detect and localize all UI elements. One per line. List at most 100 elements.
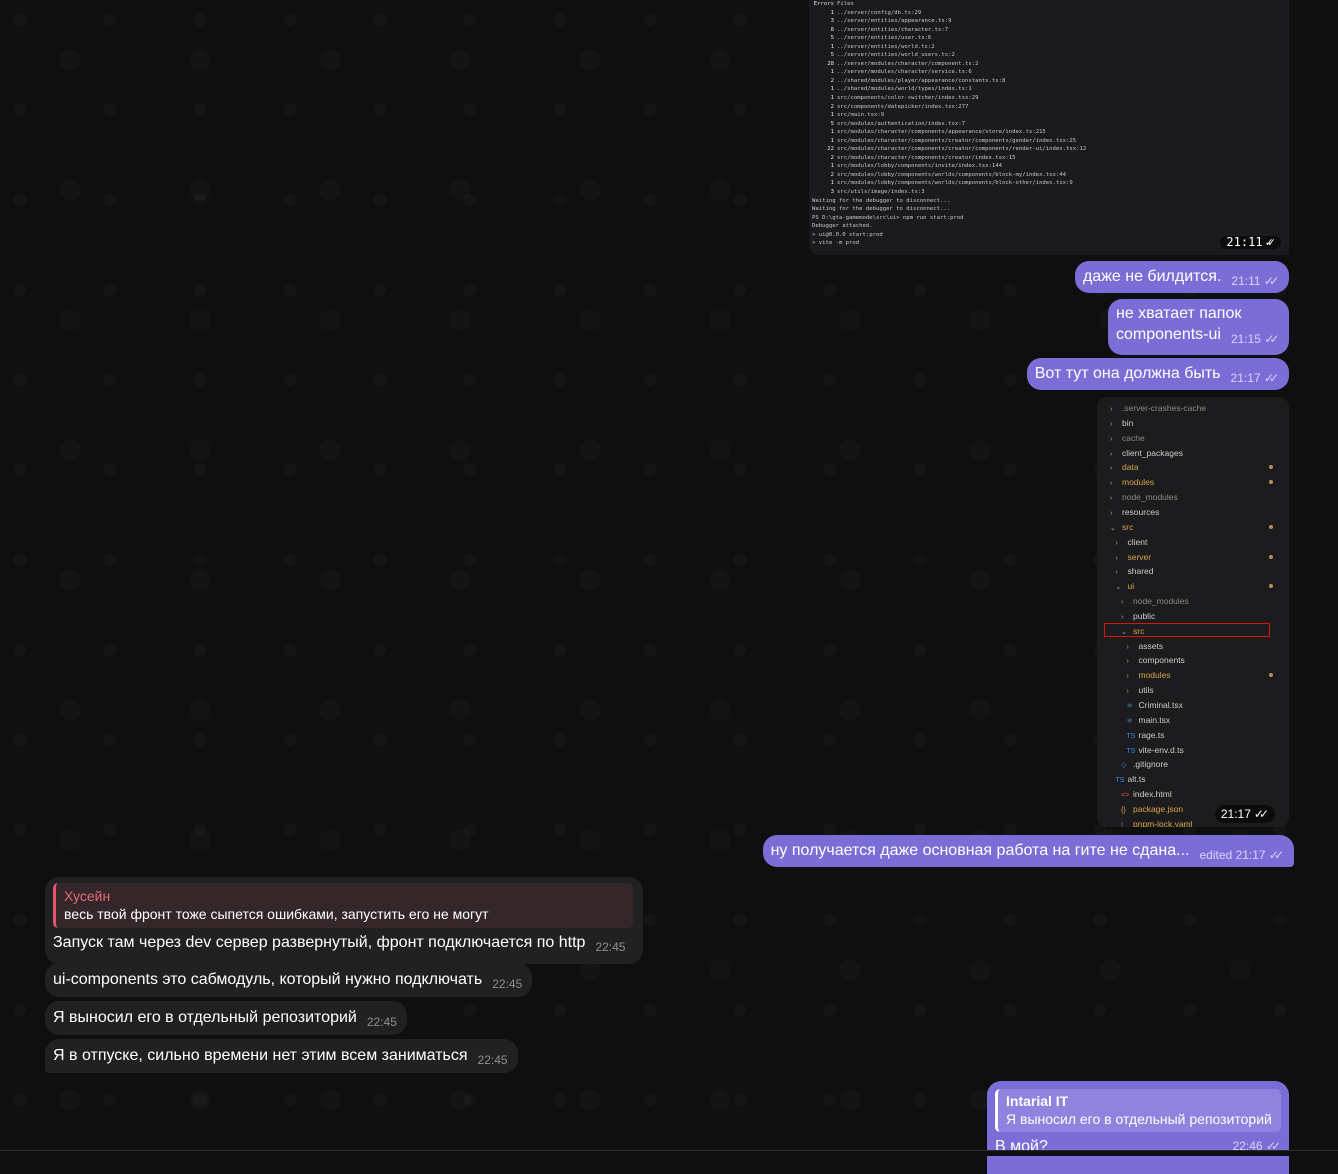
tree-item[interactable]: › client_packages xyxy=(1110,446,1183,460)
terminal-text: src/modules/character/components/appeara… xyxy=(837,129,1046,136)
double-check-icon: ✓✓ xyxy=(1263,371,1279,385)
error-count: 8 xyxy=(830,26,834,33)
tree-item[interactable]: TS rage.ts xyxy=(1127,728,1165,742)
message-meta: 22:45 xyxy=(492,974,522,995)
tree-item[interactable]: ⌄ src xyxy=(1110,520,1133,534)
tree-item[interactable]: ◇ .gitignore xyxy=(1121,757,1168,771)
tree-item[interactable]: TS alt.ts xyxy=(1116,772,1146,786)
tree-item-label: cache xyxy=(1122,432,1145,443)
terminal-line: > ui@0.0.0 start:prod xyxy=(809,231,1289,240)
tree-item[interactable]: TS vite-env.d.ts xyxy=(1127,743,1184,757)
terminal-screenshot-message[interactable]: Errors Files 1 ../server/config/db.ts:29 3..… xyxy=(809,0,1289,255)
tree-item[interactable]: › public xyxy=(1121,609,1155,623)
terminal-text: src/modules/character/components/creator… xyxy=(837,154,1016,161)
tree-item-label: shared xyxy=(1127,566,1154,577)
terminal-text: ../server/config/db.ts:29 xyxy=(837,9,922,16)
terminal-line: Waiting for the debugger to disconnect..… xyxy=(809,197,1289,206)
edited-label: edited xyxy=(1199,848,1233,862)
tree-item-label: node_modules xyxy=(1122,492,1178,503)
message-text: Я в отпуске, сильно времени нет этим все… xyxy=(53,1047,468,1064)
outgoing-message[interactable]: даже не билдится. 21:11 ✓✓ xyxy=(1074,261,1289,293)
terminal-text: PS D:\gta-gamemode\src\ui> npm run start… xyxy=(812,214,964,221)
terminal-text: Files xyxy=(837,1,854,7)
tree-item-label: components xyxy=(1138,655,1185,666)
file-tree-screenshot-message[interactable]: › .server-crashes-cache › bin › cache › client_… xyxy=(1097,397,1289,827)
terminal-text: src/main.tsx:9 xyxy=(837,112,885,119)
error-count: 3 xyxy=(830,18,834,25)
reply-quote[interactable]: Intarial IT Я выносил его в отдельный ре… xyxy=(995,1089,1281,1132)
terminal-text: src/modules/character/components/creator… xyxy=(837,137,1077,144)
tree-item[interactable]: ⚛ main.tsx xyxy=(1127,713,1171,727)
terminal-line: 2 src/modules/character/components/creato… xyxy=(809,154,1289,163)
terminal-line: Errors Files xyxy=(809,0,1289,9)
message-text: ну получается даже основная работа на ги… xyxy=(770,842,1190,859)
terminal-text: ../server/entities/appearance.ts:9 xyxy=(837,18,952,25)
tree-item[interactable]: › client xyxy=(1116,535,1148,549)
error-count: 2 xyxy=(830,154,834,161)
error-count: 28 xyxy=(827,60,834,67)
incoming-message[interactable]: Я в отпуске, сильно времени нет этим все… xyxy=(45,1039,518,1073)
tree-item[interactable]: › shared xyxy=(1116,564,1154,578)
tree-item[interactable]: › bin xyxy=(1110,416,1133,430)
tree-item[interactable]: › cache xyxy=(1110,431,1145,445)
tree-item[interactable]: ! pnpm-lock.yaml xyxy=(1121,817,1193,827)
incoming-message[interactable]: Хусейн весь твой фронт тоже сыпется ошиб… xyxy=(45,877,643,964)
tree-item[interactable]: › assets xyxy=(1127,639,1164,653)
error-count: 5 xyxy=(830,52,834,59)
tree-item[interactable]: › modules xyxy=(1127,668,1171,682)
tree-item[interactable]: › modules xyxy=(1110,475,1154,489)
tree-item[interactable]: › node_modules xyxy=(1121,594,1189,608)
tree-item[interactable]: › server xyxy=(1116,550,1152,564)
composer-edge xyxy=(0,1150,1338,1156)
tree-item[interactable]: {} package.json xyxy=(1121,802,1183,816)
error-count: 1 xyxy=(830,137,834,144)
tree-item[interactable]: › components xyxy=(1127,653,1185,667)
tree-item[interactable]: ⚛ Criminal.tsx xyxy=(1127,698,1183,712)
tree-item-label: vite-env.d.ts xyxy=(1138,744,1184,755)
terminal-line: 1 ../server/entities/world.ts:2 xyxy=(809,43,1289,52)
tree-item-label: .server-crashes-cache xyxy=(1122,403,1207,413)
terminal-text: > ui@0.0.0 start:prod xyxy=(812,231,883,238)
error-count: 1 xyxy=(830,129,834,136)
outgoing-message[interactable]: не хватает папок components-ui 21:15 ✓✓ xyxy=(1108,299,1289,355)
message-text-line: не хватает папок xyxy=(1116,305,1242,322)
message-meta: 21:11 ✓✓ xyxy=(1231,271,1279,292)
outgoing-message[interactable]: Intarial IT Я выносил его в отдельный ре… xyxy=(987,1081,1289,1174)
error-count: 5 xyxy=(830,120,834,127)
terminal-line: 3 src/utils/image/index.ts:3 xyxy=(809,188,1289,197)
tree-item[interactable]: <> index.html xyxy=(1121,787,1172,801)
double-check-icon: ✓✓ xyxy=(1253,807,1269,821)
terminal-text: src/modules/character/components/creator… xyxy=(837,146,1087,153)
message-time: 22:45 xyxy=(595,940,626,954)
tree-item-label: rage.ts xyxy=(1138,729,1165,740)
modified-dot-icon xyxy=(1269,480,1273,485)
tree-item[interactable]: › data xyxy=(1110,460,1139,474)
message-time: 21:15 xyxy=(1230,332,1261,346)
tree-item[interactable]: › resources xyxy=(1110,505,1159,519)
terminal-line: 1 src/modules/lobby/components/invite/ind… xyxy=(809,162,1289,171)
tree-item[interactable]: › node_modules xyxy=(1110,490,1178,504)
double-check-icon: ✓✓ xyxy=(1263,274,1279,288)
message-meta: 22:45 xyxy=(478,1050,508,1071)
terminal-line: Waiting for the debugger to disconnect..… xyxy=(809,205,1289,214)
terminal-text: ../shared/modules/player/appearance/cons… xyxy=(837,77,1006,84)
tree-item[interactable]: › utils xyxy=(1127,683,1154,697)
terminal-text: Debugger attached. xyxy=(812,223,873,230)
message-time: 21:17 xyxy=(1220,807,1251,821)
message-time: 21:11 xyxy=(1231,274,1261,288)
double-check-icon: ✓✓ xyxy=(1264,332,1279,346)
tree-item-label: Criminal.tsx xyxy=(1138,700,1183,710)
tree-item-label: modules xyxy=(1138,670,1171,681)
highlight-box xyxy=(1104,623,1270,637)
tree-item[interactable]: › .server-crashes-cache xyxy=(1110,401,1206,415)
reply-quote[interactable]: Хусейн весь твой фронт тоже сыпется ошиб… xyxy=(53,883,633,928)
error-count: Errors xyxy=(813,1,834,7)
outgoing-message[interactable]: Вот тут она должна быть 21:17 ✓✓ xyxy=(1026,358,1289,390)
message-time: 22:45 xyxy=(366,1015,397,1029)
terminal-text: src/utils/image/index.ts:3 xyxy=(837,189,925,196)
message-time: 21:17 xyxy=(1235,848,1266,862)
tree-item[interactable]: ⌄ ui xyxy=(1116,579,1135,593)
outgoing-message[interactable]: ну получается даже основная работа на ги… xyxy=(762,835,1294,867)
incoming-message[interactable]: Я выносил его в отдельный репозиторий 22:… xyxy=(45,1001,407,1035)
incoming-message[interactable]: ui-components это сабмодуль, который нуж… xyxy=(45,963,533,997)
